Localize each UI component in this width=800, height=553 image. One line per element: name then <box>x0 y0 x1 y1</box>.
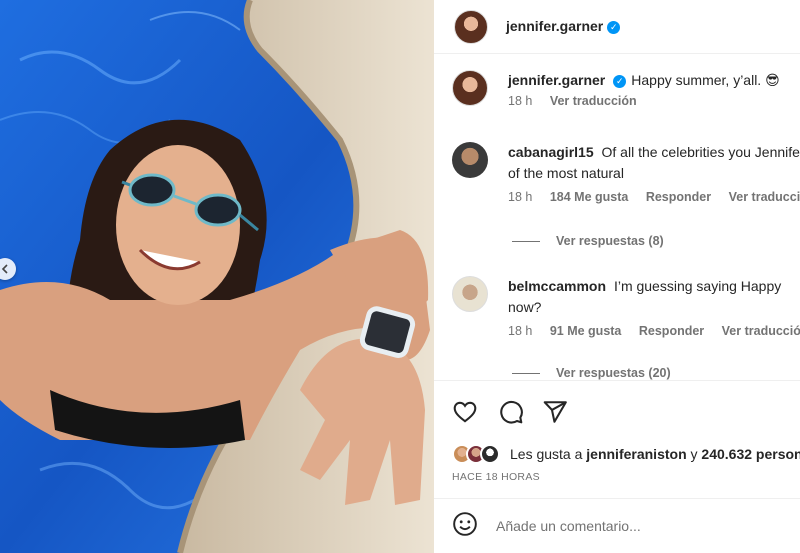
view-replies-button[interactable]: Ver respuestas (8) <box>512 234 664 248</box>
comment-time[interactable]: 18 h <box>508 190 532 204</box>
caption-body: Happy summer, y’all. <box>631 72 762 88</box>
liker-username[interactable]: jenniferaniston <box>586 446 686 462</box>
caption-translate-link[interactable]: Ver traducción <box>550 94 637 108</box>
caption-time[interactable]: 18 h <box>508 94 532 108</box>
comment-body-line1: Of all the celebrities you Jennifer <box>601 144 800 160</box>
translate-link[interactable]: Ver traducción <box>722 324 800 338</box>
translate-link[interactable]: Ver traducción <box>729 190 800 204</box>
view-replies-label: Ver respuestas (20) <box>556 366 671 380</box>
photo-image <box>0 0 434 553</box>
add-comment-bar <box>434 498 800 553</box>
comment-meta: 18 h 91 Me gusta Responder Ver traducció… <box>508 324 800 338</box>
view-replies-button[interactable]: Ver respuestas (20) <box>512 366 671 380</box>
comment-button[interactable] <box>498 399 524 425</box>
view-replies-label: Ver respuestas (8) <box>556 234 664 248</box>
action-bar <box>434 380 800 440</box>
post-photo[interactable] <box>0 0 434 553</box>
share-icon <box>543 401 567 423</box>
post-header: jennifer.garner ✓ <box>434 0 800 54</box>
heart-icon <box>453 401 477 423</box>
comment-body-line2: now? <box>508 299 542 315</box>
verified-icon: ✓ <box>607 20 621 34</box>
author-avatar[interactable] <box>454 9 488 44</box>
comment-meta: 18 h 184 Me gusta Responder Ver traducci… <box>508 190 800 204</box>
verified-icon: ✓ <box>613 75 627 88</box>
comment-text: cabanagirl15 Of all the celebrities you … <box>508 142 800 184</box>
chevron-left-icon <box>0 264 10 274</box>
comment-input[interactable] <box>496 518 776 534</box>
replies-divider <box>512 240 540 242</box>
commenter-avatar[interactable] <box>452 142 488 178</box>
comment-likes[interactable]: 91 Me gusta <box>550 324 622 338</box>
comments-list[interactable]: jennifer.garner ✓ Happy summer, y’all. 😎 1… <box>434 54 800 380</box>
caption-avatar[interactable] <box>452 70 488 106</box>
caption-text: jennifer.garner ✓ Happy summer, y’all. 😎 <box>508 70 780 91</box>
like-button[interactable] <box>452 399 478 425</box>
sunglasses-emoji-icon: 😎 <box>765 72 780 88</box>
commenter-avatar[interactable] <box>452 276 488 312</box>
emoji-icon <box>453 511 477 536</box>
likes-connector: y <box>690 446 698 462</box>
share-button[interactable] <box>542 399 568 425</box>
author-username-wrap: jennifer.garner ✓ <box>506 18 621 36</box>
likes-prefix: Les gusta a <box>510 446 583 462</box>
comment-text: belmccammon I’m guessing saying Happy no… <box>508 276 800 318</box>
commenter-username[interactable]: cabanagirl15 <box>508 144 594 160</box>
reply-button[interactable]: Responder <box>639 324 704 338</box>
commenter-username[interactable]: belmccammon <box>508 278 606 294</box>
comment-body-line1: I’m guessing saying Happy <box>613 278 782 294</box>
comment-time[interactable]: 18 h <box>508 324 532 338</box>
caption-username[interactable]: jennifer.garner <box>508 72 605 88</box>
caption-meta: 18 h Ver traducción <box>508 94 780 108</box>
comment-likes[interactable]: 184 Me gusta <box>550 190 629 204</box>
caption-row: jennifer.garner ✓ Happy summer, y’all. 😎 1… <box>452 70 780 108</box>
replies-divider <box>512 372 540 374</box>
author-username[interactable]: jennifer.garner <box>506 18 603 34</box>
reply-button[interactable]: Responder <box>646 190 711 204</box>
post-time-ago[interactable]: HACE 18 HORAS <box>452 471 540 483</box>
emoji-picker-button[interactable] <box>452 511 478 542</box>
comment-body-line2: of the most natural <box>508 165 624 181</box>
comment-icon <box>500 400 523 424</box>
post-side-panel: jennifer.garner ✓ jennifer.garner ✓ Happy s… <box>434 0 800 553</box>
comment-item: belmccammon I’m guessing saying Happy no… <box>452 276 800 338</box>
likes-summary[interactable]: Les gusta a jenniferaniston y 240.632 pe… <box>452 444 800 464</box>
comment-item: cabanagirl15 Of all the celebrities you … <box>452 142 800 204</box>
liker-avatar <box>480 444 500 464</box>
likes-count[interactable]: 240.632 personas <box>701 446 800 462</box>
